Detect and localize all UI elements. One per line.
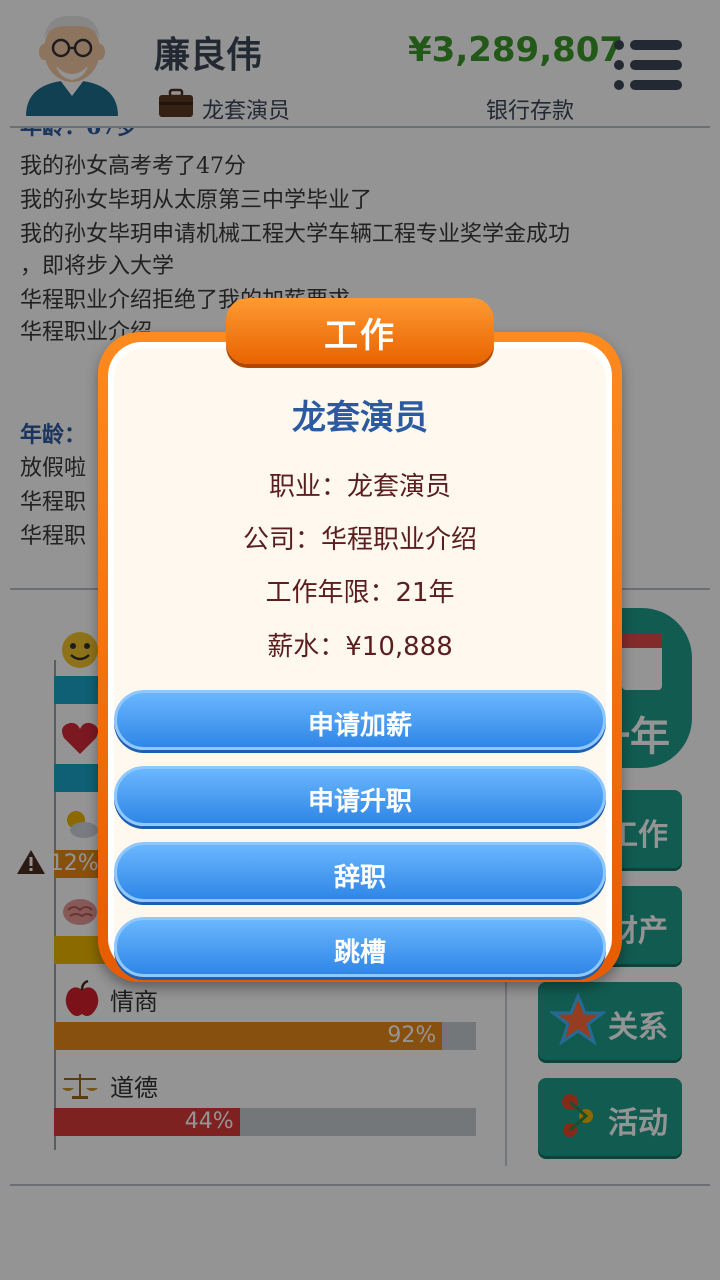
resign-label: 辞职 [333,863,386,893]
job-heading: 龙套演员 [292,398,428,438]
request-raise-label: 申请加薪 [307,711,412,741]
resign-button[interactable]: 辞职 [114,842,606,902]
work-dialog-title-tab: 工作 [226,298,494,364]
request-promotion-button[interactable]: 申请升职 [114,766,606,826]
request-promotion-label: 申请升职 [307,787,412,817]
years-row: 工作年限：21年 [265,578,455,608]
occupation-row: 职业：龙套演员 [268,472,451,502]
request-raise-button[interactable]: 申请加薪 [114,690,606,750]
switch-job-label: 跳槽 [333,938,386,968]
company-row: 公司：华程职业介绍 [242,525,477,555]
salary-row: 薪水：¥10,888 [267,632,453,662]
work-dialog-title: 工作 [324,316,396,356]
switch-job-button[interactable]: 跳槽 [114,917,606,977]
